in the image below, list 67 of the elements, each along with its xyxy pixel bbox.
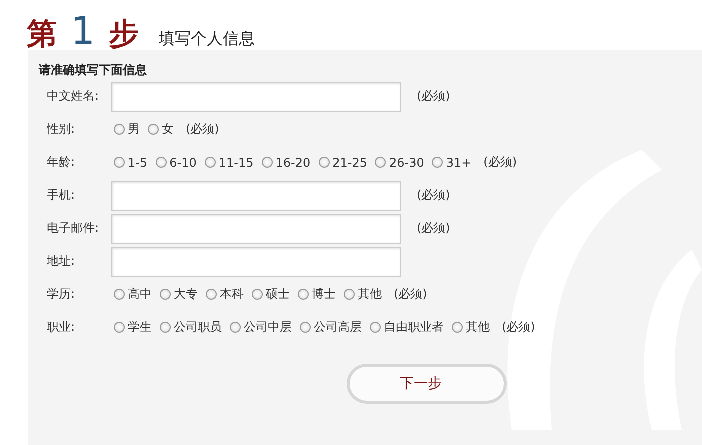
radio-button[interactable]	[370, 322, 381, 333]
option-label: 6-10	[170, 156, 197, 170]
option-label: 其他	[466, 319, 490, 336]
radio-button[interactable]	[300, 322, 311, 333]
step-word: 步	[109, 16, 140, 54]
field-label: 学历:	[46, 286, 76, 303]
next-button[interactable]: 下一步	[347, 364, 507, 404]
radio-button[interactable]	[160, 289, 171, 300]
step-word: 第	[27, 16, 57, 54]
option-label: 大专	[174, 286, 198, 303]
required-note: (必须)	[186, 121, 220, 138]
field-label: 性别:	[46, 121, 76, 138]
required-note: (必须)	[502, 319, 536, 336]
radio-button[interactable]	[114, 322, 125, 333]
radio-button[interactable]	[204, 157, 216, 168]
radio-button[interactable]	[230, 322, 241, 333]
required-note: (必须)	[394, 286, 428, 303]
field-label: 地址:	[46, 253, 76, 270]
option-label: 自由职业者	[384, 319, 444, 336]
option-label: 其他	[358, 286, 382, 303]
form-title: 请准确填写下面信息	[38, 62, 148, 79]
radio-button[interactable]	[114, 289, 125, 300]
required-note: (必须)	[417, 88, 450, 105]
required-note: (必须)	[417, 220, 450, 237]
option-label: 女	[162, 121, 174, 138]
option-label: 31+	[446, 156, 472, 170]
option-label: 学生	[128, 319, 152, 336]
option-label: 16-20	[276, 156, 311, 170]
option-label: 11-15	[218, 156, 254, 170]
option-label: 本科	[220, 286, 244, 303]
radio-button[interactable]	[298, 289, 309, 300]
option-label: 公司高层	[314, 319, 362, 336]
input-field[interactable]	[111, 246, 401, 276]
radio-button[interactable]	[375, 157, 386, 168]
field-label: 年龄:	[46, 154, 76, 171]
option-label: 公司中层	[244, 319, 292, 336]
radio-button[interactable]	[318, 157, 330, 168]
radio-button[interactable]	[114, 157, 125, 168]
option-label: 21-25	[332, 156, 368, 170]
field-label: 职业:	[46, 319, 76, 336]
step-number: 1	[71, 12, 96, 50]
radio-button[interactable]	[344, 289, 355, 300]
radio-button[interactable]	[206, 289, 217, 300]
input-field[interactable]	[111, 180, 401, 210]
required-note: (必须)	[417, 187, 450, 204]
option-label: 高中	[128, 286, 152, 303]
option-label: 公司职员	[174, 319, 222, 336]
radio-button[interactable]	[160, 322, 171, 333]
radio-button[interactable]	[148, 124, 159, 135]
page-subtitle: 填写个人信息	[159, 29, 256, 50]
radio-button[interactable]	[156, 157, 167, 168]
field-label: 中文姓名:	[46, 88, 100, 105]
input-field[interactable]	[111, 214, 401, 244]
option-label: 26-30	[389, 156, 424, 170]
radio-button[interactable]	[252, 289, 263, 300]
option-label: 硕士	[266, 286, 290, 303]
field-label: 手机:	[46, 187, 76, 204]
input-field[interactable]	[111, 82, 401, 112]
option-label: 博士	[312, 286, 336, 303]
radio-button[interactable]	[432, 157, 444, 168]
radio-button[interactable]	[262, 157, 273, 168]
option-label: 男	[128, 121, 140, 138]
radio-button[interactable]	[452, 322, 463, 333]
option-label: 1-5	[128, 156, 148, 170]
radio-button[interactable]	[114, 124, 125, 135]
required-note: (必须)	[484, 154, 518, 171]
field-label: 电子邮件:	[46, 220, 100, 237]
